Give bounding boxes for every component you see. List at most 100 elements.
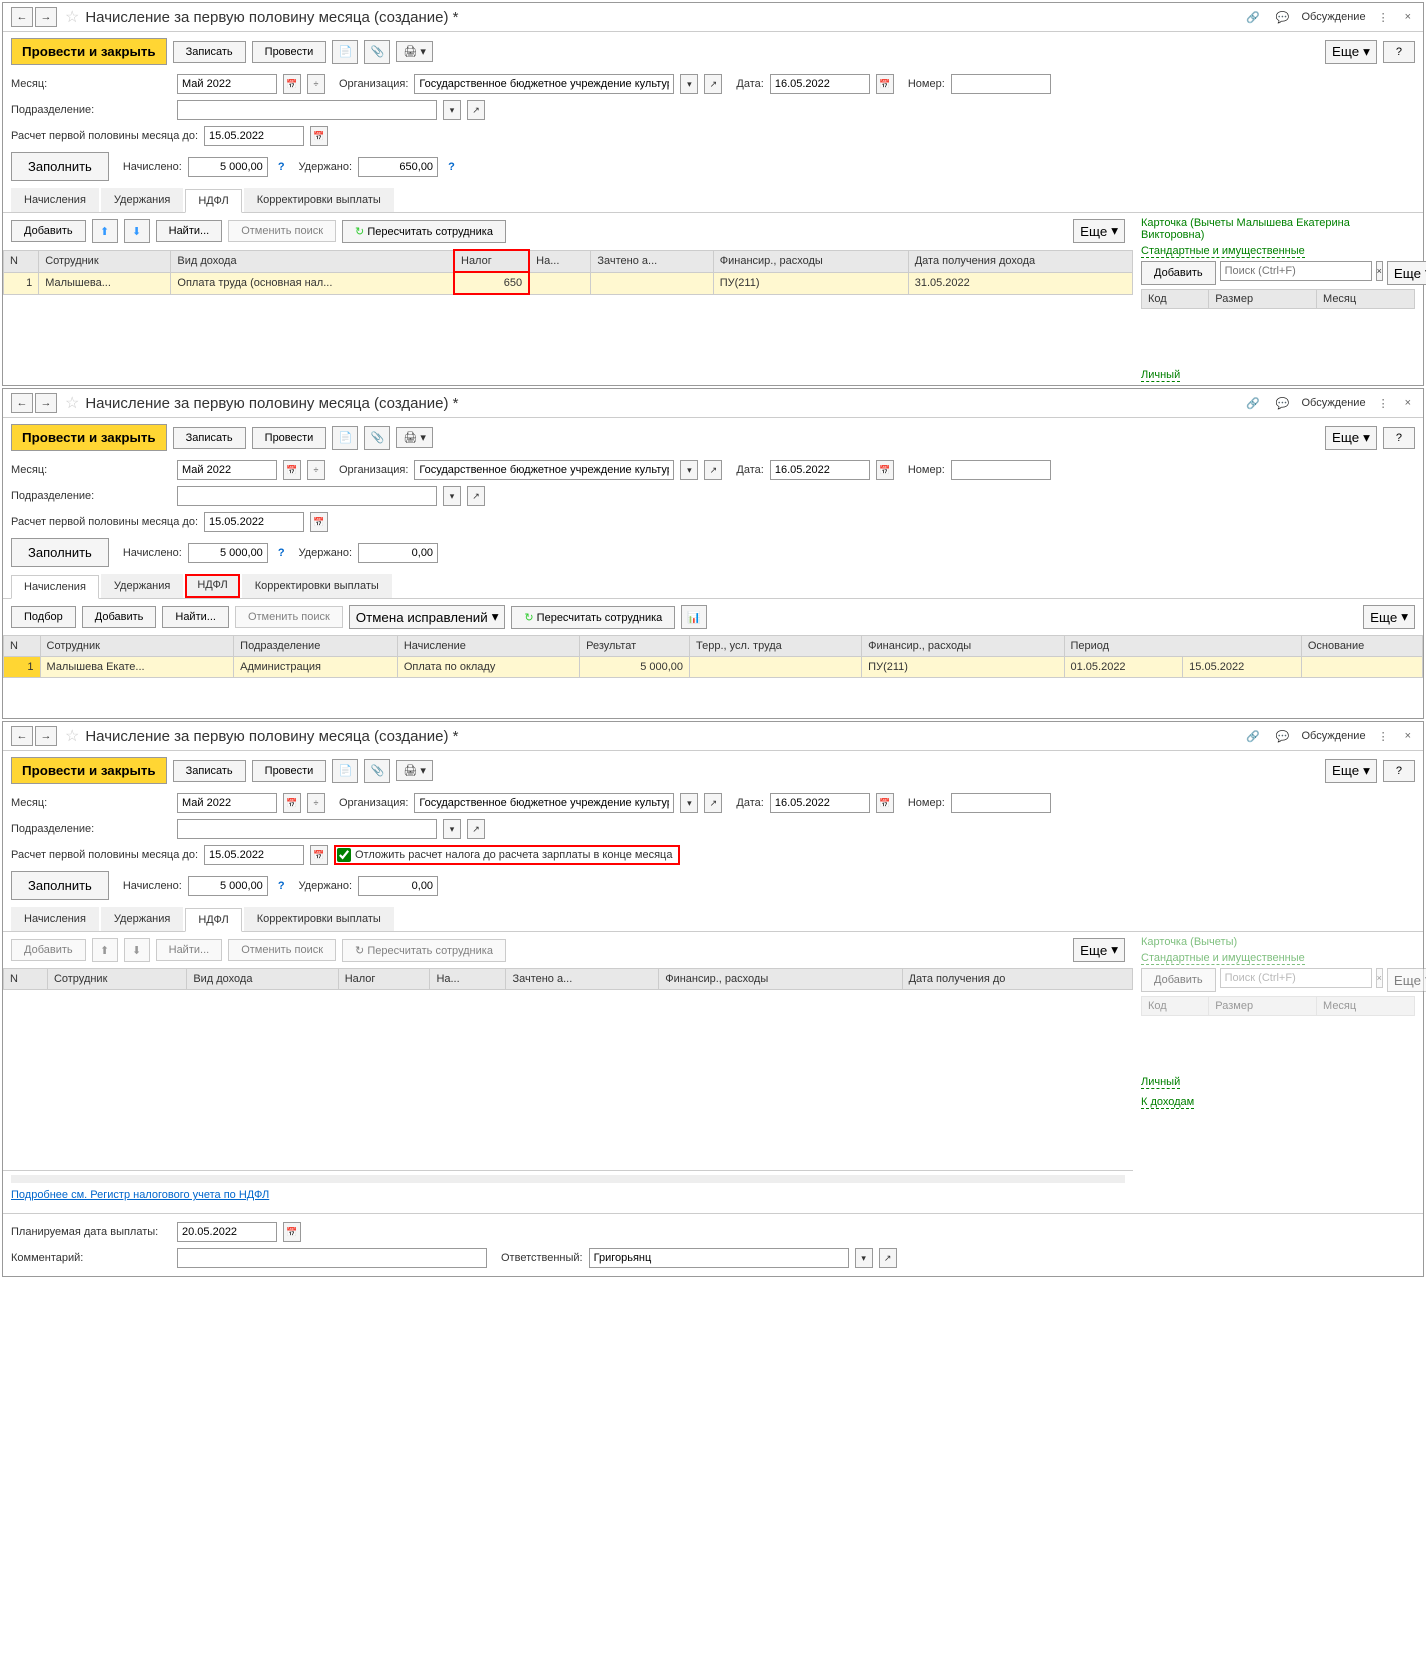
accrued-input[interactable] bbox=[188, 543, 268, 563]
register-link[interactable]: Подробнее см. Регистр налогового учета п… bbox=[11, 1189, 269, 1201]
back-button[interactable]: ← bbox=[11, 726, 33, 746]
right-search-input[interactable] bbox=[1220, 261, 1372, 281]
report-icon[interactable]: 📄 bbox=[332, 40, 358, 64]
fill-button[interactable]: Заполнить bbox=[11, 871, 109, 900]
more-button[interactable]: Еще ▾ bbox=[1325, 40, 1377, 64]
find-button[interactable]: Найти... bbox=[162, 606, 229, 628]
extra-icon[interactable]: 📊 bbox=[681, 605, 707, 629]
planned-input[interactable] bbox=[177, 1222, 277, 1242]
tab-corrections[interactable]: Корректировки выплаты bbox=[244, 188, 394, 212]
month-cal-icon[interactable]: 📅 bbox=[283, 460, 301, 480]
tab-deductions[interactable]: Удержания bbox=[101, 188, 183, 212]
save-button[interactable]: Записать bbox=[173, 427, 246, 449]
col-fin[interactable]: Финансир., расходы bbox=[713, 250, 908, 272]
calc-cal-icon[interactable]: 📅 bbox=[310, 126, 328, 146]
report-icon[interactable]: 📄 bbox=[332, 426, 358, 450]
menu-icon[interactable]: ⋮ bbox=[1374, 395, 1393, 412]
dept-input[interactable] bbox=[177, 486, 437, 506]
add-button[interactable]: Добавить bbox=[11, 939, 86, 961]
link-icon[interactable]: 🔗 bbox=[1242, 395, 1264, 412]
back-button[interactable]: ← bbox=[11, 7, 33, 27]
personal-link[interactable]: Личный bbox=[1141, 1076, 1180, 1089]
withheld-input[interactable] bbox=[358, 157, 438, 177]
right-more-button[interactable]: Еще ▾ bbox=[1387, 261, 1426, 285]
sub-more-button[interactable]: Еще ▾ bbox=[1073, 219, 1125, 243]
accrued-input[interactable] bbox=[188, 157, 268, 177]
month-input[interactable] bbox=[177, 74, 277, 94]
col-date[interactable]: Дата получения дохода bbox=[908, 250, 1132, 272]
recalc-button[interactable]: ↻ Пересчитать сотрудника bbox=[511, 606, 675, 629]
report-icon[interactable]: 📄 bbox=[332, 759, 358, 783]
close-icon[interactable]: × bbox=[1401, 728, 1415, 744]
more-button[interactable]: Еще ▾ bbox=[1325, 426, 1377, 450]
date-input[interactable] bbox=[770, 793, 870, 813]
dept-select-icon[interactable]: ▾ bbox=[443, 100, 461, 120]
tab-deductions[interactable]: Удержания bbox=[101, 907, 183, 931]
std-deductions-link[interactable]: Стандартные и имущественные bbox=[1141, 245, 1305, 258]
post-button[interactable]: Провести bbox=[252, 41, 327, 63]
forward-button[interactable]: → bbox=[35, 393, 57, 413]
move-down-button[interactable]: ⬇ bbox=[124, 219, 150, 243]
tab-accruals[interactable]: Начисления bbox=[11, 575, 99, 599]
withheld-input[interactable] bbox=[358, 543, 438, 563]
tab-ndfl[interactable]: НДФЛ bbox=[185, 574, 239, 598]
col-credited[interactable]: Зачтено а... bbox=[591, 250, 713, 272]
right-add-button[interactable]: Добавить bbox=[1141, 968, 1216, 992]
col-emp[interactable]: Сотрудник bbox=[39, 250, 171, 272]
accrued-help-icon[interactable]: ? bbox=[278, 161, 285, 173]
find-button[interactable]: Найти... bbox=[156, 939, 223, 961]
table-row[interactable]: 1 Малышева Екате... Администрация Оплата… bbox=[4, 657, 1423, 678]
help-button[interactable]: ? bbox=[1383, 760, 1415, 782]
dept-input[interactable] bbox=[177, 819, 437, 839]
save-button[interactable]: Записать bbox=[173, 41, 246, 63]
move-down-button[interactable]: ⬇ bbox=[124, 938, 150, 962]
link-icon[interactable]: 🔗 bbox=[1242, 9, 1264, 26]
discuss-icon[interactable]: 💬 bbox=[1272, 395, 1294, 412]
date-cal-icon[interactable]: 📅 bbox=[876, 74, 894, 94]
col-income[interactable]: Вид дохода bbox=[171, 250, 454, 272]
recalc-button[interactable]: ↻ Пересчитать сотрудника bbox=[342, 939, 506, 962]
find-button[interactable]: Найти... bbox=[156, 220, 223, 242]
accrued-input[interactable] bbox=[188, 876, 268, 896]
org-input[interactable] bbox=[414, 460, 674, 480]
comment-input[interactable] bbox=[177, 1248, 487, 1268]
tab-corrections[interactable]: Корректировки выплаты bbox=[244, 907, 394, 931]
col-tax[interactable]: Налог bbox=[454, 250, 529, 272]
right-add-button[interactable]: Добавить bbox=[1141, 261, 1216, 285]
col-n[interactable]: N bbox=[4, 250, 39, 272]
post-close-button[interactable]: Провести и закрыть bbox=[11, 424, 167, 451]
forward-button[interactable]: → bbox=[35, 7, 57, 27]
cancel-search-button[interactable]: Отменить поиск bbox=[228, 939, 336, 961]
calc-date-input[interactable] bbox=[204, 512, 304, 532]
link-icon[interactable]: 🔗 bbox=[1242, 728, 1264, 745]
withheld-help-icon[interactable]: ? bbox=[448, 161, 455, 173]
close-icon[interactable]: × bbox=[1401, 395, 1415, 411]
scrollbar[interactable] bbox=[11, 1175, 1125, 1183]
discuss-icon[interactable]: 💬 bbox=[1272, 9, 1294, 26]
org-input[interactable] bbox=[414, 793, 674, 813]
print-dropdown[interactable]: 🖨 ▾ bbox=[396, 427, 433, 448]
post-close-button[interactable]: Провести и закрыть bbox=[11, 38, 167, 65]
forward-button[interactable]: → bbox=[35, 726, 57, 746]
tab-accruals[interactable]: Начисления bbox=[11, 188, 99, 212]
favorite-icon[interactable]: ☆ bbox=[65, 7, 79, 27]
calc-date-input[interactable] bbox=[204, 126, 304, 146]
right-search-input[interactable] bbox=[1220, 968, 1372, 988]
resp-input[interactable] bbox=[589, 1248, 849, 1268]
favorite-icon[interactable]: ☆ bbox=[65, 393, 79, 413]
favorite-icon[interactable]: ☆ bbox=[65, 726, 79, 746]
post-close-button[interactable]: Провести и закрыть bbox=[11, 757, 167, 784]
print-dropdown[interactable]: 🖨 ▾ bbox=[396, 41, 433, 62]
tab-corrections[interactable]: Корректировки выплаты bbox=[242, 574, 392, 598]
clear-search-icon[interactable]: × bbox=[1376, 261, 1383, 281]
col-month[interactable]: Месяц bbox=[1317, 290, 1415, 309]
move-up-button[interactable]: ⬆ bbox=[92, 938, 118, 962]
cancel-fix-button[interactable]: Отмена исправлений ▾ bbox=[349, 605, 506, 629]
discuss-icon[interactable]: 💬 bbox=[1272, 728, 1294, 745]
back-button[interactable]: ← bbox=[11, 393, 33, 413]
close-icon[interactable]: × bbox=[1401, 9, 1415, 25]
save-button[interactable]: Записать bbox=[173, 760, 246, 782]
tab-accruals[interactable]: Начисления bbox=[11, 907, 99, 931]
number-input[interactable] bbox=[951, 460, 1051, 480]
help-button[interactable]: ? bbox=[1383, 41, 1415, 63]
